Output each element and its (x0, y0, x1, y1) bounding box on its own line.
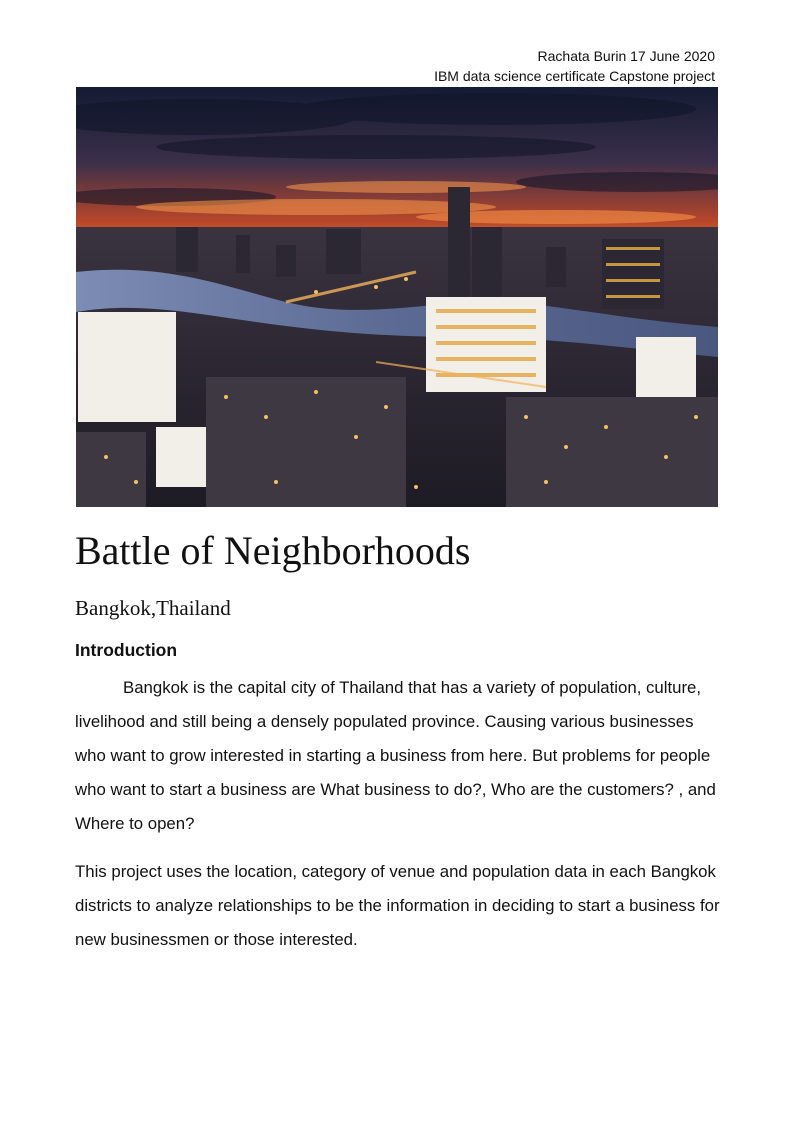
document-header: Rachata Burin 17 June 2020 IBM data scie… (434, 46, 715, 86)
document-subtitle: Bangkok,Thailand (75, 596, 231, 620)
intro-paragraph-2: This project uses the location, category… (75, 862, 720, 949)
document-title: Battle of Neighborhoods (75, 528, 471, 573)
section-heading-introduction: Introduction (75, 640, 178, 660)
author-date-line: Rachata Burin 17 June 2020 (537, 48, 715, 64)
document-page: Rachata Burin 17 June 2020 IBM data scie… (0, 0, 793, 1123)
project-line: IBM data science certificate Capstone pr… (434, 68, 715, 84)
intro-paragraph-1: Bangkok is the capital city of Thailand … (75, 678, 716, 833)
city-skyline-photo (76, 87, 718, 507)
